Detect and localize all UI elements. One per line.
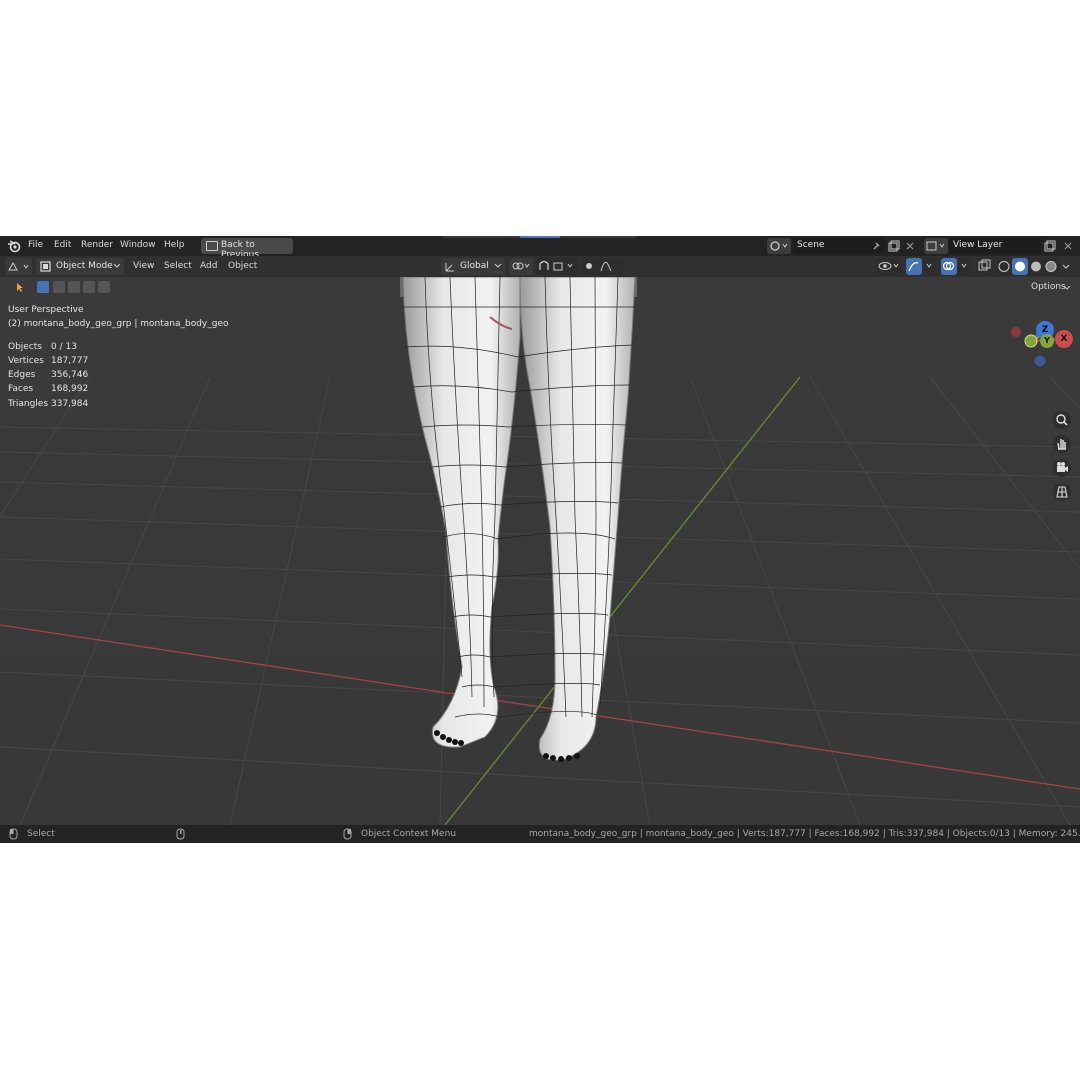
header-menu-add[interactable]: Add — [200, 261, 217, 271]
camera-view-button[interactable] — [1053, 459, 1071, 477]
scene-selector-button[interactable] — [767, 238, 791, 254]
menu-window[interactable]: Window — [120, 240, 156, 250]
menu-edit[interactable]: Edit — [54, 240, 71, 250]
scene-icon — [770, 241, 788, 251]
chevron-down-icon — [113, 263, 121, 268]
stat-label: Edges — [8, 370, 36, 380]
active-object-label: (2) montana_body_geo_grp | montana_body_… — [8, 319, 229, 329]
pivot-point-dropdown[interactable] — [509, 258, 533, 275]
status-select-hint: Select — [27, 829, 55, 839]
pan-button[interactable] — [1053, 435, 1071, 453]
object-mode-dropdown[interactable]: Object Mode — [36, 258, 124, 275]
camera-icon — [1057, 462, 1068, 472]
scene-name-field[interactable]: Scene — [793, 238, 885, 254]
stat-label: Vertices — [8, 356, 44, 366]
stat-label: Triangles — [8, 399, 49, 409]
gizmo-y-axis[interactable]: Y — [1040, 334, 1054, 348]
active-workspace-indicator — [520, 236, 560, 238]
xray-icon — [978, 259, 991, 271]
view-layer-name: View Layer — [953, 240, 1003, 250]
stat-value: 0 / 13 — [51, 342, 77, 352]
mouse-middle-icon — [176, 828, 185, 840]
menu-file[interactable]: File — [28, 240, 43, 250]
grid-perspective-icon — [1056, 486, 1068, 498]
view-layer-name-field[interactable]: View Layer — [949, 238, 1041, 254]
orientation-label: Global — [460, 261, 489, 271]
pivot-icon — [512, 262, 530, 270]
snap-magnet-icon — [539, 260, 573, 271]
delete-scene-icon[interactable] — [905, 241, 915, 251]
blender-window: File Edit Render Window Help Back to Pre… — [0, 236, 1080, 843]
status-scene-info: montana_body_geo_grp | montana_body_geo … — [529, 829, 1080, 839]
gizmo-dropdown[interactable] — [905, 258, 937, 275]
mouse-right-icon — [343, 828, 352, 840]
header-menu-select[interactable]: Select — [164, 261, 192, 271]
gizmo-x-axis[interactable]: X — [1055, 330, 1073, 348]
perspective-toggle-button[interactable] — [1053, 483, 1071, 501]
hand-icon — [1057, 439, 1066, 450]
zoom-icon — [1056, 414, 1068, 426]
proportional-editing-group[interactable] — [581, 258, 623, 275]
3d-viewport[interactable]: User Perspective (2) montana_body_geo_gr… — [0, 277, 1080, 825]
view-layer-selector-button[interactable] — [924, 238, 948, 254]
delete-view-layer-icon[interactable] — [1063, 241, 1073, 251]
proportional-edit-icon — [586, 261, 612, 272]
menu-render[interactable]: Render — [81, 240, 113, 250]
chevron-down-icon — [494, 263, 502, 268]
select-invert-icon[interactable] — [83, 281, 95, 293]
select-intersect-icon[interactable] — [98, 281, 110, 293]
gizmo-icon — [908, 262, 932, 272]
perspective-label: User Perspective — [8, 305, 84, 315]
shading-icons — [998, 258, 1057, 275]
pin-icon[interactable] — [871, 241, 881, 251]
new-view-layer-icon[interactable] — [1044, 240, 1056, 252]
zoom-button[interactable] — [1053, 411, 1071, 429]
select-extend-icon[interactable] — [53, 281, 65, 293]
orientation-global-icon — [445, 263, 454, 272]
stat-label: Faces — [8, 384, 34, 394]
shading-mode-group[interactable] — [996, 258, 1060, 275]
stat-value: 187,777 — [51, 356, 89, 366]
overlays-dropdown[interactable] — [940, 258, 972, 275]
status-bar: Select Object Context Menu montana_body_… — [0, 825, 1080, 843]
menu-help[interactable]: Help — [164, 240, 185, 250]
snapping-group[interactable] — [536, 258, 578, 275]
xray-toggle[interactable] — [976, 258, 994, 275]
new-scene-icon[interactable] — [888, 240, 900, 252]
object-mode-label: Object Mode — [56, 261, 113, 271]
editor-type-dropdown[interactable] — [5, 258, 32, 275]
view-layer-icon — [926, 241, 945, 251]
active-tool-toggle[interactable] — [11, 280, 27, 294]
stat-value: 168,992 — [51, 384, 89, 394]
transform-orientation-dropdown[interactable]: Global — [441, 258, 505, 275]
select-subtract-icon[interactable] — [68, 281, 80, 293]
options-dropdown[interactable]: Options — [1026, 280, 1074, 296]
3d-viewport-icon — [8, 261, 29, 271]
header-menu-object[interactable]: Object — [228, 261, 257, 271]
mouse-left-icon — [9, 828, 18, 840]
visibility-dropdown[interactable] — [876, 258, 902, 275]
header-menu-view[interactable]: View — [133, 261, 154, 271]
scene-name: Scene — [797, 240, 825, 250]
top-menu-bar: File Edit Render Window Help Back to Pre… — [0, 236, 1080, 260]
blender-logo-icon[interactable] — [7, 239, 21, 253]
eye-icon — [878, 262, 899, 270]
status-context-menu-hint: Object Context Menu — [361, 829, 457, 839]
shading-chevron-down-icon[interactable] — [1062, 264, 1070, 270]
stat-label: Objects — [8, 342, 43, 352]
options-label: Options — [1031, 282, 1066, 292]
viewport-scene — [0, 277, 1080, 825]
overlays-icon — [942, 261, 967, 271]
select-new-icon[interactable] — [37, 281, 49, 293]
chevron-down-icon — [1063, 285, 1071, 290]
object-mode-icon — [40, 261, 51, 272]
back-icon — [206, 241, 218, 251]
stat-value: 356,746 — [51, 370, 89, 380]
cursor-arrow-icon — [17, 283, 23, 292]
back-to-previous-button[interactable]: Back to Previous — [201, 238, 293, 260]
stat-value: 337,984 — [51, 399, 89, 409]
viewport-header: Object Mode View Select Add Object Globa… — [0, 256, 1080, 277]
